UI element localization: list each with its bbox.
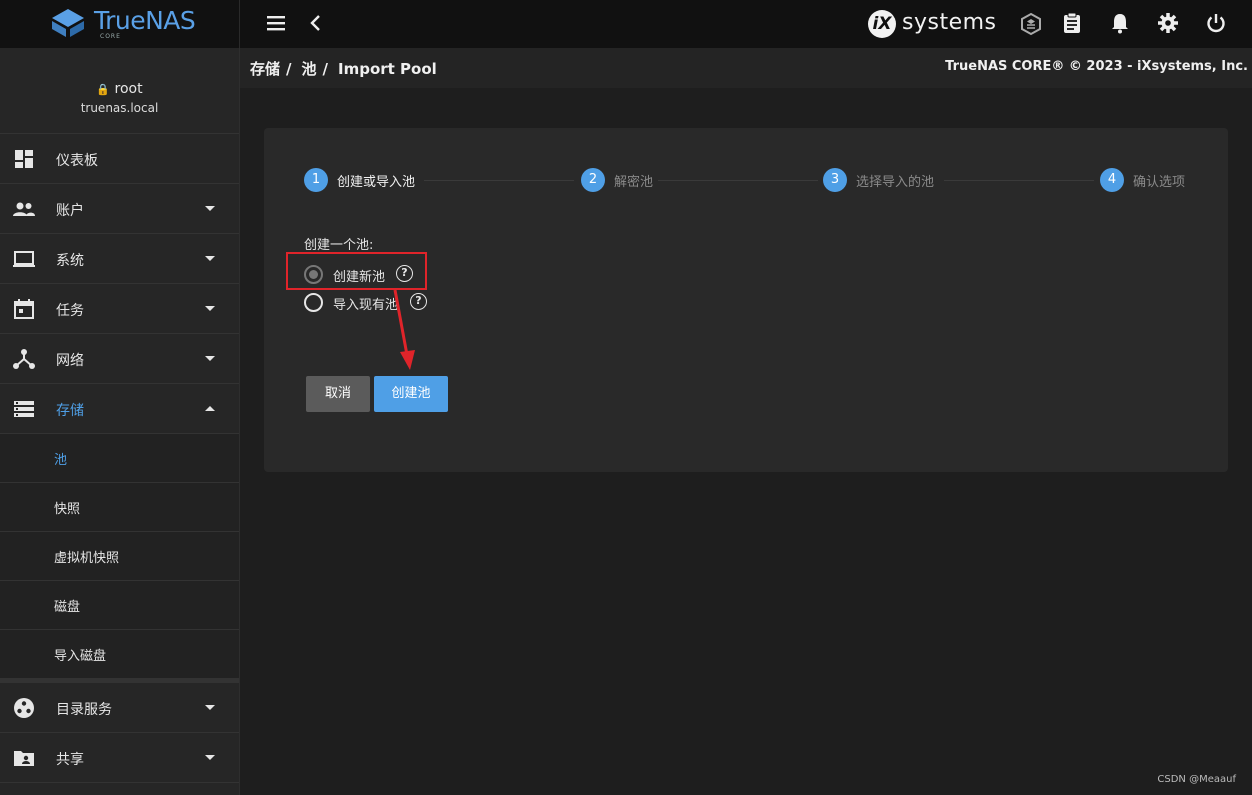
sidebar-item-directory-services[interactable]: 目录服务	[0, 683, 239, 733]
calendar-icon	[14, 299, 34, 319]
top-bar: TrueNAS CORE iX systems	[0, 0, 1252, 48]
step-number: 4	[1100, 168, 1124, 192]
ix-logo-mark: iX	[868, 10, 896, 38]
form-title: 创建一个池:	[304, 238, 374, 253]
network-icon	[13, 349, 35, 369]
sidebar-item-dashboard[interactable]: 仪表板	[0, 134, 239, 184]
sidebar-item-system[interactable]: 系统	[0, 234, 239, 284]
sidebar-item-label: 系统	[56, 253, 84, 269]
storage-icon	[14, 401, 34, 417]
logo-subtext: CORE	[100, 33, 121, 40]
dashboard-icon	[15, 150, 33, 168]
truenas-logo-icon	[52, 9, 84, 37]
user-name[interactable]: 🔒 root	[0, 81, 239, 97]
sidebar-item-label: 仪表板	[56, 153, 98, 169]
radio-button[interactable]	[304, 293, 323, 312]
settings-gear-icon[interactable]	[1156, 12, 1180, 36]
sidebar-subitem-pools[interactable]: 池	[0, 434, 239, 483]
breadcrumb-separator: /	[322, 60, 328, 78]
step-label: 创建或导入池	[337, 175, 416, 190]
caret-down-icon	[205, 256, 215, 261]
caret-down-icon	[205, 755, 215, 760]
sidebar-item-accounts[interactable]: 账户	[0, 184, 239, 234]
sidebar-item-label: 账户	[56, 203, 84, 219]
user-host: truenas.local	[80, 101, 159, 115]
sidebar-subitem-label: 快照	[54, 502, 81, 517]
breadcrumb-current: Import Pool	[338, 60, 437, 78]
power-icon[interactable]	[1204, 12, 1228, 36]
sidebar-item-label: 目录服务	[56, 702, 112, 718]
radio-import-existing-pool[interactable]: 导入现有池 ?	[304, 292, 444, 314]
sidebar-item-label: 任务	[56, 303, 84, 319]
sidebar-item-label: 网络	[56, 353, 84, 369]
import-pool-wizard-card: 1 创建或导入池 2 解密池 3 选择导入的池 4 确认选项 创建一个池: 创建…	[264, 128, 1228, 472]
breadcrumb-separator: /	[286, 60, 292, 78]
stepper-connector	[944, 180, 1094, 181]
sidebar-item-label: 共享	[56, 752, 84, 768]
breadcrumb-storage[interactable]: 存储	[250, 60, 280, 78]
shares-icon	[14, 751, 34, 766]
lock-icon: 🔒	[96, 83, 111, 96]
user-box: 🔒 root truenas.local	[0, 48, 239, 134]
step-label: 选择导入的池	[856, 175, 935, 190]
clipboard-icon[interactable]	[1060, 12, 1084, 36]
watermark: CSDN @Meaauf	[1157, 774, 1236, 785]
caret-down-icon	[205, 206, 215, 211]
help-icon[interactable]: ?	[410, 293, 427, 310]
logo-text: TrueNAS	[94, 6, 196, 35]
cancel-button[interactable]: 取消	[306, 376, 370, 412]
step-number: 1	[304, 168, 328, 192]
sidebar: 🔒 root truenas.local 仪表板 账户 系统 任务 网络 存储 …	[0, 48, 240, 795]
stepper-connector	[658, 180, 818, 181]
sidebar-item-tasks[interactable]: 任务	[0, 284, 239, 334]
sidebar-subitem-snapshots[interactable]: 快照	[0, 483, 239, 532]
sidebar-subitem-label: 池	[54, 453, 68, 468]
breadcrumb: 存储 / 池 / Import Pool	[250, 58, 443, 79]
step-label: 解密池	[614, 175, 654, 190]
sidebar-item-label: 存储	[56, 403, 84, 419]
stepper-connector	[424, 180, 574, 181]
caret-down-icon	[205, 356, 215, 361]
caret-down-icon	[205, 705, 215, 710]
accounts-icon	[13, 202, 35, 216]
caret-up-icon	[205, 406, 215, 411]
sidebar-item-network[interactable]: 网络	[0, 334, 239, 384]
breadcrumb-pools[interactable]: 池	[302, 60, 317, 78]
sidebar-subitem-label: 导入磁盘	[54, 649, 107, 664]
user-name-text: root	[114, 81, 143, 97]
sidebar-subitem-disks[interactable]: 磁盘	[0, 581, 239, 630]
breadcrumb-bar: 存储 / 池 / Import Pool TrueNAS CORE® © 2023 - …	[240, 48, 1252, 88]
logo[interactable]: TrueNAS CORE	[0, 0, 240, 48]
radio-label: 导入现有池	[333, 298, 399, 313]
sidebar-subitem-vm-snapshots[interactable]: 虚拟机快照	[0, 532, 239, 581]
create-pool-button[interactable]: 创建池	[374, 376, 448, 412]
directory-icon	[14, 698, 34, 718]
sidebar-subitem-import-disk[interactable]: 导入磁盘	[0, 630, 239, 679]
step-number: 3	[823, 168, 847, 192]
caret-down-icon	[205, 306, 215, 311]
truecommand-icon[interactable]	[1019, 12, 1043, 36]
sidebar-subitem-label: 磁盘	[54, 600, 81, 615]
menu-toggle-icon[interactable]	[264, 12, 288, 36]
sidebar-subitem-label: 虚拟机快照	[54, 551, 120, 566]
step-label: 确认选项	[1133, 175, 1186, 190]
system-icon	[13, 251, 35, 267]
notifications-bell-icon[interactable]	[1108, 12, 1132, 36]
copyright-text: TrueNAS CORE® © 2023 - iXsystems, Inc.	[945, 59, 1248, 74]
back-chevron-icon[interactable]	[304, 12, 328, 36]
annotation-highlight-box	[286, 252, 427, 290]
step-number: 2	[581, 168, 605, 192]
ix-logo-text: systems	[902, 10, 997, 35]
sidebar-item-storage[interactable]: 存储	[0, 384, 239, 434]
sidebar-item-shares[interactable]: 共享	[0, 733, 239, 783]
